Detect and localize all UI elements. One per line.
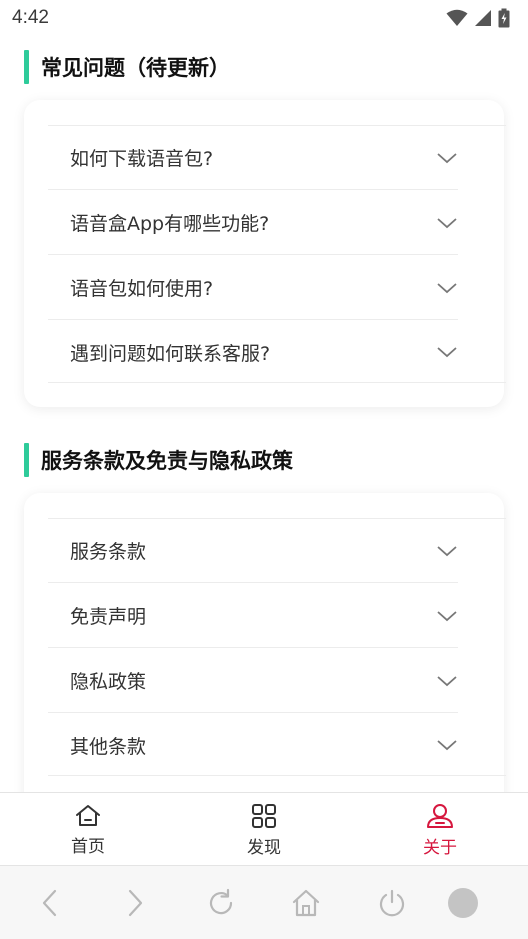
faq-title: 常见问题（待更新） (41, 56, 230, 80)
chevron-down-icon (437, 610, 457, 621)
terms-item-privacy[interactable]: 隐私政策 (48, 649, 458, 713)
terms-item-label: 隐私政策 (70, 671, 147, 693)
home-icon (76, 804, 100, 826)
back-button[interactable] (33, 886, 67, 920)
terms-item-disclaimer[interactable]: 免责声明 (48, 584, 458, 648)
faq-item-label: 遇到问题如何联系客服? (70, 342, 271, 365)
main-content[interactable]: 常见问题（待更新） 如何下载语音包? 语音盒App有哪些功能? 语音包如何使用?… (0, 36, 528, 792)
status-bar: 4:42 (0, 0, 528, 36)
signal-icon (475, 10, 491, 26)
terms-item-other[interactable]: 其他条款 (48, 713, 458, 777)
circle-icon (448, 888, 478, 918)
forward-button[interactable] (118, 886, 152, 920)
chevron-down-icon (437, 282, 457, 293)
tab-label: 发现 (247, 837, 281, 858)
terms-item-label: 其他条款 (70, 735, 147, 758)
faq-item-usage[interactable]: 语音包如何使用? (48, 256, 458, 320)
terms-item-label: 免责声明 (70, 606, 147, 628)
chevron-down-icon (437, 740, 457, 751)
faq-section-title: 常见问题（待更新） (24, 50, 230, 84)
terms-section-title: 服务条款及免责与隐私政策 (24, 443, 293, 477)
reload-button[interactable] (204, 886, 238, 920)
faq-item-contact[interactable]: 遇到问题如何联系客服? (48, 320, 458, 384)
section-accent-bar (24, 443, 29, 477)
chevron-down-icon (437, 217, 457, 228)
browser-nav-bar (0, 866, 528, 939)
tab-label: 关于 (423, 837, 457, 858)
reload-icon (209, 888, 233, 915)
chevron-down-icon (437, 152, 457, 163)
tab-about[interactable]: 关于 (380, 793, 500, 867)
faq-item-label: 如何下载语音包? (70, 148, 214, 170)
terms-title: 服务条款及免责与隐私政策 (41, 449, 293, 473)
chevron-down-icon (437, 347, 457, 358)
status-icons (446, 8, 516, 28)
power-button[interactable] (375, 886, 409, 920)
overview-button[interactable] (446, 886, 480, 920)
home-icon (292, 889, 320, 917)
tab-home[interactable]: 首页 (28, 793, 148, 867)
tab-label: 首页 (71, 836, 105, 857)
user-icon (427, 803, 453, 828)
terms-item-label: 服务条款 (70, 541, 147, 563)
chevron-down-icon (437, 675, 457, 686)
chevron-down-icon (437, 545, 457, 556)
faq-item-label: 语音盒App有哪些功能? (70, 213, 270, 235)
faq-item-label: 语音包如何使用? (70, 278, 214, 300)
tab-discover[interactable]: 发现 (204, 793, 324, 867)
power-icon (379, 889, 405, 917)
browser-home-button[interactable] (289, 886, 323, 920)
forward-icon (128, 889, 143, 917)
back-icon (42, 889, 57, 917)
bottom-tab-bar: 首页 发现 关于 (0, 792, 528, 866)
faq-item-download[interactable]: 如何下载语音包? (48, 126, 458, 190)
grid-icon (252, 803, 276, 828)
faq-item-features[interactable]: 语音盒App有哪些功能? (48, 191, 458, 255)
section-accent-bar (24, 50, 29, 84)
battery-icon (498, 8, 510, 28)
status-time: 4:42 (12, 7, 49, 28)
wifi-icon (446, 9, 468, 26)
terms-item-service[interactable]: 服务条款 (48, 519, 458, 583)
